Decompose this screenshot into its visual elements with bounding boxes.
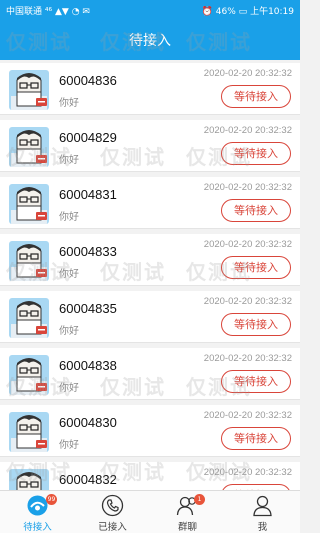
status-right: ⏰ 46% ▭ 上午10:19 (202, 4, 294, 17)
visitor-id: 60004835 (59, 301, 117, 316)
timestamp: 2020-02-20 20:32:32 (203, 410, 292, 421)
list-item[interactable]: 60004833 你好 2020-02-20 20:32:32 等待接入 (0, 234, 300, 286)
tab-waiting[interactable]: 99 待接入 (0, 491, 75, 533)
list-item[interactable]: 60004836 你好 2020-02-20 20:32:32 等待接入 (0, 63, 300, 115)
tab-badge: 99 (46, 494, 57, 505)
tab-label: 群聊 (177, 522, 197, 533)
visitor-id: 60004829 (59, 130, 117, 145)
tab-group[interactable]: 1 群聊 (150, 491, 225, 533)
list-item[interactable]: 60004829 你好 2020-02-20 20:32:32 等待接入 (0, 120, 300, 172)
list-item[interactable]: 60004830 你好 2020-02-20 20:32:32 等待接入 (0, 405, 300, 457)
clock-text: 上午10:19 (250, 7, 294, 17)
last-message: 你好 (59, 212, 79, 223)
last-message: 你好 (59, 98, 79, 109)
carrier-text: 中国联通 (6, 7, 43, 17)
avatar (9, 355, 49, 395)
visitor-id: 60004833 (59, 244, 117, 259)
timestamp: 2020-02-20 20:32:32 (203, 68, 292, 79)
avatar (9, 412, 49, 452)
notification-icon: ✉ (82, 7, 90, 17)
battery-icon: ▭ (238, 7, 248, 17)
visitor-id: 60004836 (59, 73, 117, 88)
wait-accept-button[interactable]: 等待接入 (221, 370, 291, 393)
list-item[interactable]: 60004835 你好 2020-02-20 20:32:32 等待接入 (0, 291, 300, 343)
last-message: 你好 (59, 326, 79, 337)
wifi-icon: ◔ (71, 7, 80, 17)
last-message: 你好 (59, 383, 79, 394)
avatar (9, 298, 49, 338)
alarm-icon: ⏰ (201, 7, 213, 17)
tab-badge: 1 (194, 494, 205, 505)
tab-user[interactable]: 我 (225, 491, 300, 533)
page-title: 待接入 (129, 33, 171, 49)
timestamp: 2020-02-20 20:32:32 (203, 296, 292, 307)
battery-text: 46% (215, 7, 236, 17)
last-message: 你好 (59, 440, 79, 451)
wait-accept-button[interactable]: 等待接入 (221, 427, 291, 450)
visitor-id: 60004832 (59, 472, 117, 487)
visitor-id: 60004838 (59, 358, 117, 373)
timestamp: 2020-02-20 20:32:32 (203, 125, 292, 136)
tab-label: 已接入 (98, 522, 127, 533)
signal-icon: ⁴⁶ ▲▼ (44, 7, 69, 17)
timestamp: 2020-02-20 20:32:32 (203, 467, 292, 478)
phone-icon (101, 494, 124, 517)
wait-accept-button[interactable]: 等待接入 (221, 85, 291, 108)
tab-label: 我 (257, 522, 268, 533)
tab-label: 待接入 (23, 522, 52, 533)
avatar (9, 241, 49, 281)
visitor-id: 60004831 (59, 187, 117, 202)
avatar (9, 469, 49, 490)
last-message: 你好 (59, 269, 79, 280)
avatar (9, 70, 49, 110)
tab-phone[interactable]: 已接入 (75, 491, 150, 533)
wait-accept-button[interactable]: 等待接入 (221, 199, 291, 222)
list-item[interactable]: 60004831 你好 2020-02-20 20:32:32 等待接入 (0, 177, 300, 229)
wait-accept-button[interactable]: 等待接入 (221, 256, 291, 279)
visitor-id: 60004830 (59, 415, 117, 430)
user-icon (251, 494, 274, 517)
last-message: 你好 (59, 155, 79, 166)
conversation-list[interactable]: 60004836 你好 2020-02-20 20:32:32 等待接入 600… (0, 60, 300, 490)
title-bar: 待接入 (0, 19, 300, 60)
wait-accept-button[interactable]: 等待接入 (221, 313, 291, 336)
avatar (9, 184, 49, 224)
timestamp: 2020-02-20 20:32:32 (203, 239, 292, 250)
list-item[interactable]: 60004838 你好 2020-02-20 20:32:32 等待接入 (0, 348, 300, 400)
status-bar: 中国联通 ⁴⁶ ▲▼ ◔ ✉ ⏰ 46% ▭ 上午10:19 (0, 0, 300, 19)
avatar (9, 127, 49, 167)
list-item[interactable]: 60004832 你好 2020-02-20 20:32:32 等待接入 (0, 462, 300, 490)
wait-accept-button[interactable]: 等待接入 (221, 142, 291, 165)
bottom-tab-bar: 99 待接入 已接入 1 群聊 我 (0, 490, 300, 533)
timestamp: 2020-02-20 20:32:32 (203, 182, 292, 193)
status-left: 中国联通 ⁴⁶ ▲▼ ◔ ✉ (6, 4, 90, 17)
timestamp: 2020-02-20 20:32:32 (203, 353, 292, 364)
